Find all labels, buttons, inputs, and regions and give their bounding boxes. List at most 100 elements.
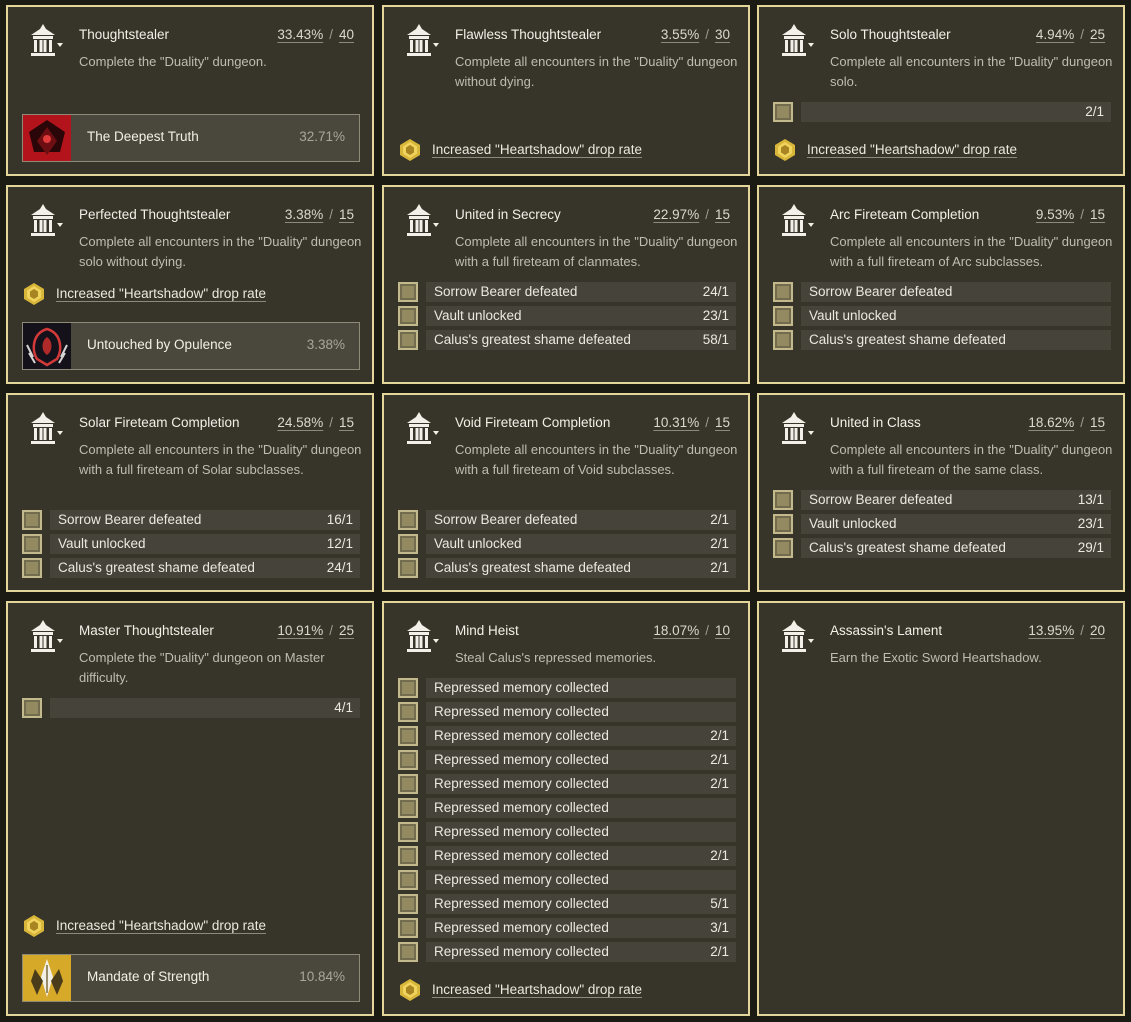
triumph-points[interactable]: 30 [715, 27, 730, 42]
triumph-points[interactable]: 15 [1090, 207, 1105, 222]
triumph-card-thoughtstealer[interactable]: Thoughtstealer 33.43%/40 Complete the "D… [6, 5, 374, 176]
triumph-points[interactable]: 25 [1090, 27, 1105, 42]
objective-checkbox[interactable] [773, 306, 793, 326]
reward-label: Increased "Heartshadow" drop rate [56, 918, 266, 933]
triumph-points[interactable]: 15 [339, 207, 354, 222]
reward-heartshadow-drop-rate[interactable]: Increased "Heartshadow" drop rate [398, 138, 698, 162]
objective-checkbox[interactable] [22, 558, 42, 578]
objective-checkbox[interactable] [398, 306, 418, 326]
objective-checkbox[interactable] [398, 510, 418, 530]
triumph-card-assassins-lament[interactable]: Assassin's Lament 13.95%/20 Earn the Exo… [757, 601, 1125, 1016]
seal-untouched-by-opulence[interactable]: Untouched by Opulence 3.38% [22, 322, 360, 370]
completion-percent[interactable]: 9.53% [1036, 207, 1074, 222]
triumph-stats: 3.55%/30 [660, 27, 730, 42]
objective-checkbox[interactable] [398, 726, 418, 746]
triumph-points[interactable]: 40 [339, 27, 354, 42]
completion-percent[interactable]: 3.55% [661, 27, 699, 42]
objective-checkbox[interactable] [398, 282, 418, 302]
objective-checkbox[interactable] [398, 942, 418, 962]
triumph-card-united-in-class[interactable]: United in Class 18.62%/15 Complete all e… [757, 393, 1125, 592]
objective-checkbox[interactable] [398, 678, 418, 698]
objective-bar: Vault unlocked 23/1 [426, 306, 736, 326]
objective-checkbox[interactable] [773, 490, 793, 510]
objective-checkbox[interactable] [398, 534, 418, 554]
objective-bar: Sorrow Bearer defeated [801, 282, 1111, 302]
objective-checkbox[interactable] [773, 330, 793, 350]
triumph-stats: 22.97%/15 [653, 207, 730, 222]
objective-checkbox[interactable] [398, 330, 418, 350]
objective-checkbox[interactable] [398, 798, 418, 818]
triumph-points[interactable]: 10 [715, 623, 730, 638]
objective-label: Sorrow Bearer defeated [58, 512, 202, 527]
objective-checkbox[interactable] [398, 918, 418, 938]
objective-checkbox[interactable] [398, 822, 418, 842]
triumph-card-flawless-thoughtstealer[interactable]: Flawless Thoughtstealer 3.55%/30 Complet… [382, 5, 750, 176]
objective-row: Repressed memory collected [398, 798, 736, 819]
completion-percent[interactable]: 4.94% [1036, 27, 1074, 42]
triumph-points[interactable]: 15 [715, 415, 730, 430]
objective-bar: Sorrow Bearer defeated 16/1 [50, 510, 360, 530]
triumph-card-solar-fireteam-completion[interactable]: Solar Fireteam Completion 24.58%/15 Comp… [6, 393, 374, 592]
objective-label: Repressed memory collected [434, 920, 609, 935]
objective-checkbox[interactable] [773, 538, 793, 558]
objective-label: Vault unlocked [809, 516, 897, 531]
objective-checkbox[interactable] [398, 870, 418, 890]
seal-the-deepest-truth[interactable]: The Deepest Truth 32.71% [22, 114, 360, 162]
triumph-points[interactable]: 15 [339, 415, 354, 430]
triumph-card-mind-heist[interactable]: Mind Heist 18.07%/10 Steal Calus's repre… [382, 601, 750, 1016]
reward-label: Increased "Heartshadow" drop rate [807, 142, 1017, 157]
reward-heartshadow-drop-rate[interactable]: Increased "Heartshadow" drop rate [22, 282, 322, 306]
completion-percent[interactable]: 3.38% [285, 207, 323, 222]
triumph-card-united-in-secrecy[interactable]: United in Secrecy 22.97%/15 Complete all… [382, 185, 750, 384]
objective-count: 5/1 [710, 896, 729, 911]
seal-mandate-of-strength[interactable]: Mandate of Strength 10.84% [22, 954, 360, 1002]
triumph-card-perfected-thoughtstealer[interactable]: Perfected Thoughtstealer 3.38%/15 Comple… [6, 185, 374, 384]
triumph-card-arc-fireteam-completion[interactable]: Arc Fireteam Completion 9.53%/15 Complet… [757, 185, 1125, 384]
completion-percent[interactable]: 33.43% [277, 27, 323, 42]
duality-shrine-icon [773, 21, 815, 63]
objective-row: Repressed memory collected 2/1 [398, 774, 736, 795]
objective-checkbox[interactable] [22, 510, 42, 530]
completion-percent[interactable]: 13.95% [1028, 623, 1074, 638]
objective-checkbox[interactable] [773, 102, 793, 122]
completion-percent[interactable]: 22.97% [653, 207, 699, 222]
objective-checkbox[interactable] [398, 750, 418, 770]
objective-checkbox[interactable] [22, 698, 42, 718]
objective-checkbox[interactable] [398, 894, 418, 914]
triumph-description: Earn the Exotic Sword Heartshadow. [830, 650, 1042, 665]
objective-count: 2/1 [710, 776, 729, 791]
objective-checkbox[interactable] [773, 282, 793, 302]
objective-bar: Repressed memory collected 2/1 [426, 774, 736, 794]
objective-row: Sorrow Bearer defeated 13/1 [773, 490, 1111, 511]
objective-row: Repressed memory collected [398, 678, 736, 699]
reward-heartshadow-drop-rate[interactable]: Increased "Heartshadow" drop rate [773, 138, 1073, 162]
triumph-card-master-thoughtstealer[interactable]: Master Thoughtstealer 10.91%/25 Complete… [6, 601, 374, 1016]
completion-percent[interactable]: 18.07% [653, 623, 699, 638]
objective-bar: Vault unlocked 12/1 [50, 534, 360, 554]
objective-checkbox[interactable] [398, 846, 418, 866]
completion-percent[interactable]: 24.58% [277, 415, 323, 430]
reward-heartshadow-drop-rate[interactable]: Increased "Heartshadow" drop rate [22, 914, 322, 938]
objective-checkbox[interactable] [398, 558, 418, 578]
triumph-points[interactable]: 15 [1090, 415, 1105, 430]
completion-percent[interactable]: 18.62% [1028, 415, 1074, 430]
triumph-card-void-fireteam-completion[interactable]: Void Fireteam Completion 10.31%/15 Compl… [382, 393, 750, 592]
completion-percent[interactable]: 10.91% [277, 623, 323, 638]
reward-heartshadow-drop-rate[interactable]: Increased "Heartshadow" drop rate [398, 978, 698, 1002]
triumph-card-solo-thoughtstealer[interactable]: Solo Thoughtstealer 4.94%/25 Complete al… [757, 5, 1125, 176]
objective-checkbox[interactable] [398, 702, 418, 722]
duality-shrine-icon [398, 409, 440, 451]
objective-checkbox[interactable] [398, 774, 418, 794]
triumph-points[interactable]: 20 [1090, 623, 1105, 638]
completion-percent[interactable]: 10.31% [653, 415, 699, 430]
objective-checkbox[interactable] [22, 534, 42, 554]
triumph-points[interactable]: 15 [715, 207, 730, 222]
objective-bar: Repressed memory collected 3/1 [426, 918, 736, 938]
objective-bar: Vault unlocked 2/1 [426, 534, 736, 554]
duality-shrine-icon [773, 617, 815, 659]
objective-checkbox[interactable] [773, 514, 793, 534]
objective-label: Calus's greatest shame defeated [809, 540, 1006, 555]
objective-row: Vault unlocked [773, 306, 1111, 327]
triumph-points[interactable]: 25 [339, 623, 354, 638]
objective-bar: Repressed memory collected [426, 822, 736, 842]
